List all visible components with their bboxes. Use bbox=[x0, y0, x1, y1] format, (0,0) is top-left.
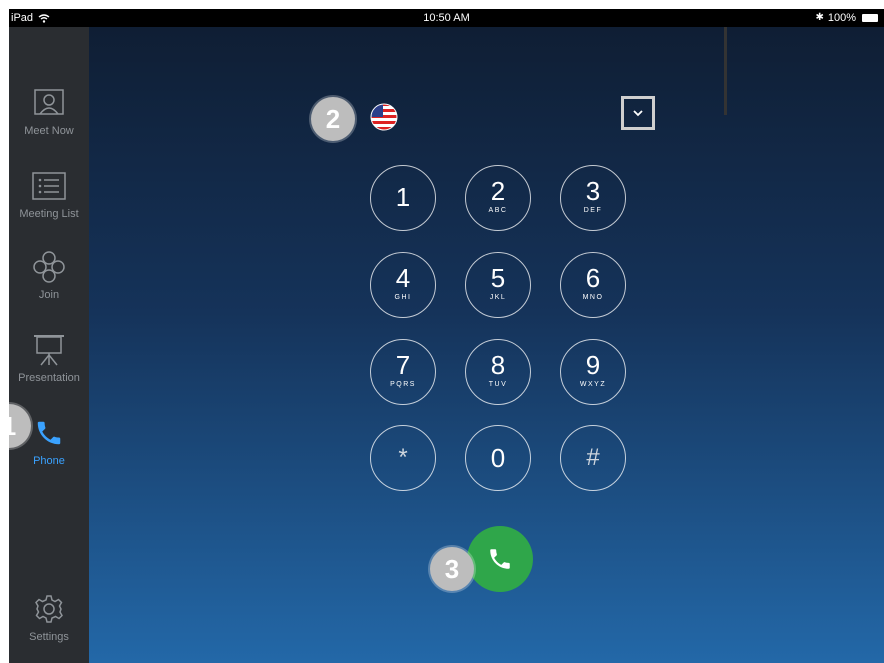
key-6[interactable]: 6 MNO bbox=[560, 252, 626, 318]
key-digit: 6 bbox=[585, 263, 601, 293]
bluetooth-icon: ✱ bbox=[815, 12, 824, 23]
key-digit: * bbox=[398, 444, 408, 471]
join-icon bbox=[29, 249, 69, 285]
sidebar-item-label: Settings bbox=[29, 631, 69, 643]
key-star[interactable]: * bbox=[370, 425, 436, 491]
meeting-list-icon bbox=[29, 168, 69, 204]
key-5[interactable]: 5 JKL bbox=[465, 252, 531, 318]
key-letters: TUV bbox=[488, 381, 508, 388]
battery-percent: 100% bbox=[827, 12, 856, 24]
key-digit: 4 bbox=[395, 263, 411, 293]
key-letters: JKL bbox=[489, 294, 507, 301]
key-digit: 3 bbox=[585, 176, 601, 206]
key-letters: MNO bbox=[582, 294, 604, 301]
key-digit: # bbox=[586, 444, 600, 471]
country-selector[interactable] bbox=[370, 103, 398, 131]
callout-badge-3: 3 bbox=[430, 547, 474, 591]
key-4[interactable]: 4 GHI bbox=[370, 252, 436, 318]
key-digit: 5 bbox=[490, 263, 506, 293]
sidebar-item-meeting-list[interactable]: Meeting List bbox=[9, 168, 89, 238]
battery-group: ✱ 100% bbox=[815, 9, 878, 27]
sidebar-item-label: Presentation bbox=[18, 372, 80, 384]
sidebar-item-join[interactable]: Join bbox=[9, 249, 89, 319]
presentation-icon bbox=[29, 332, 69, 368]
sidebar-item-label: Meet Now bbox=[24, 125, 74, 137]
key-letters: PQRS bbox=[390, 381, 416, 388]
key-letters: DEF bbox=[583, 207, 603, 214]
sidebar: Meet Now Meeting List Join Presentation … bbox=[9, 27, 89, 663]
callout-pointer-line bbox=[724, 27, 727, 115]
key-letters: WXYZ bbox=[579, 381, 607, 388]
key-3[interactable]: 3 DEF bbox=[560, 165, 626, 231]
key-digit: 7 bbox=[395, 350, 411, 380]
key-7[interactable]: 7 PQRS bbox=[370, 339, 436, 405]
key-hash[interactable]: # bbox=[560, 425, 626, 491]
key-digit: 9 bbox=[585, 350, 601, 380]
key-0[interactable]: 0 bbox=[465, 425, 531, 491]
dialer-area: 1 2 ABC 3 DEF 4 GHI 5 JKL 6 MNO 7 PQRS 8… bbox=[89, 27, 884, 663]
chevron-down-icon bbox=[633, 110, 643, 117]
sidebar-item-label: Meeting List bbox=[19, 208, 79, 220]
us-flag-icon bbox=[370, 103, 398, 131]
status-bar: iPad 10:50 AM ✱ 100% bbox=[9, 9, 884, 27]
key-8[interactable]: 8 TUV bbox=[465, 339, 531, 405]
callout-badge-2: 2 bbox=[311, 97, 355, 141]
phone-icon bbox=[490, 549, 510, 569]
sidebar-item-meet-now[interactable]: Meet Now bbox=[9, 85, 89, 155]
key-digit: 0 bbox=[490, 443, 506, 473]
battery-icon bbox=[862, 14, 878, 22]
meet-now-icon bbox=[29, 85, 69, 121]
key-1[interactable]: 1 bbox=[370, 165, 436, 231]
key-digit: 1 bbox=[395, 182, 411, 212]
sidebar-item-label: Phone bbox=[33, 455, 65, 467]
call-button[interactable] bbox=[467, 526, 533, 592]
dropdown-button[interactable] bbox=[621, 96, 655, 130]
clock: 10:50 AM bbox=[423, 12, 470, 24]
phone-icon bbox=[29, 415, 69, 451]
key-digit: 2 bbox=[490, 176, 506, 206]
sidebar-item-label: Join bbox=[38, 289, 60, 301]
key-2[interactable]: 2 ABC bbox=[465, 165, 531, 231]
sidebar-item-settings[interactable]: Settings bbox=[9, 591, 89, 661]
key-9[interactable]: 9 WXYZ bbox=[560, 339, 626, 405]
key-letters: GHI bbox=[394, 294, 412, 301]
key-letters: ABC bbox=[488, 207, 508, 214]
settings-icon bbox=[29, 591, 69, 627]
sidebar-item-presentation[interactable]: Presentation bbox=[9, 332, 89, 402]
ipad-screen: iPad 10:50 AM ✱ 100% Meet Now Meeting Li… bbox=[9, 9, 884, 663]
key-digit: 8 bbox=[490, 350, 506, 380]
